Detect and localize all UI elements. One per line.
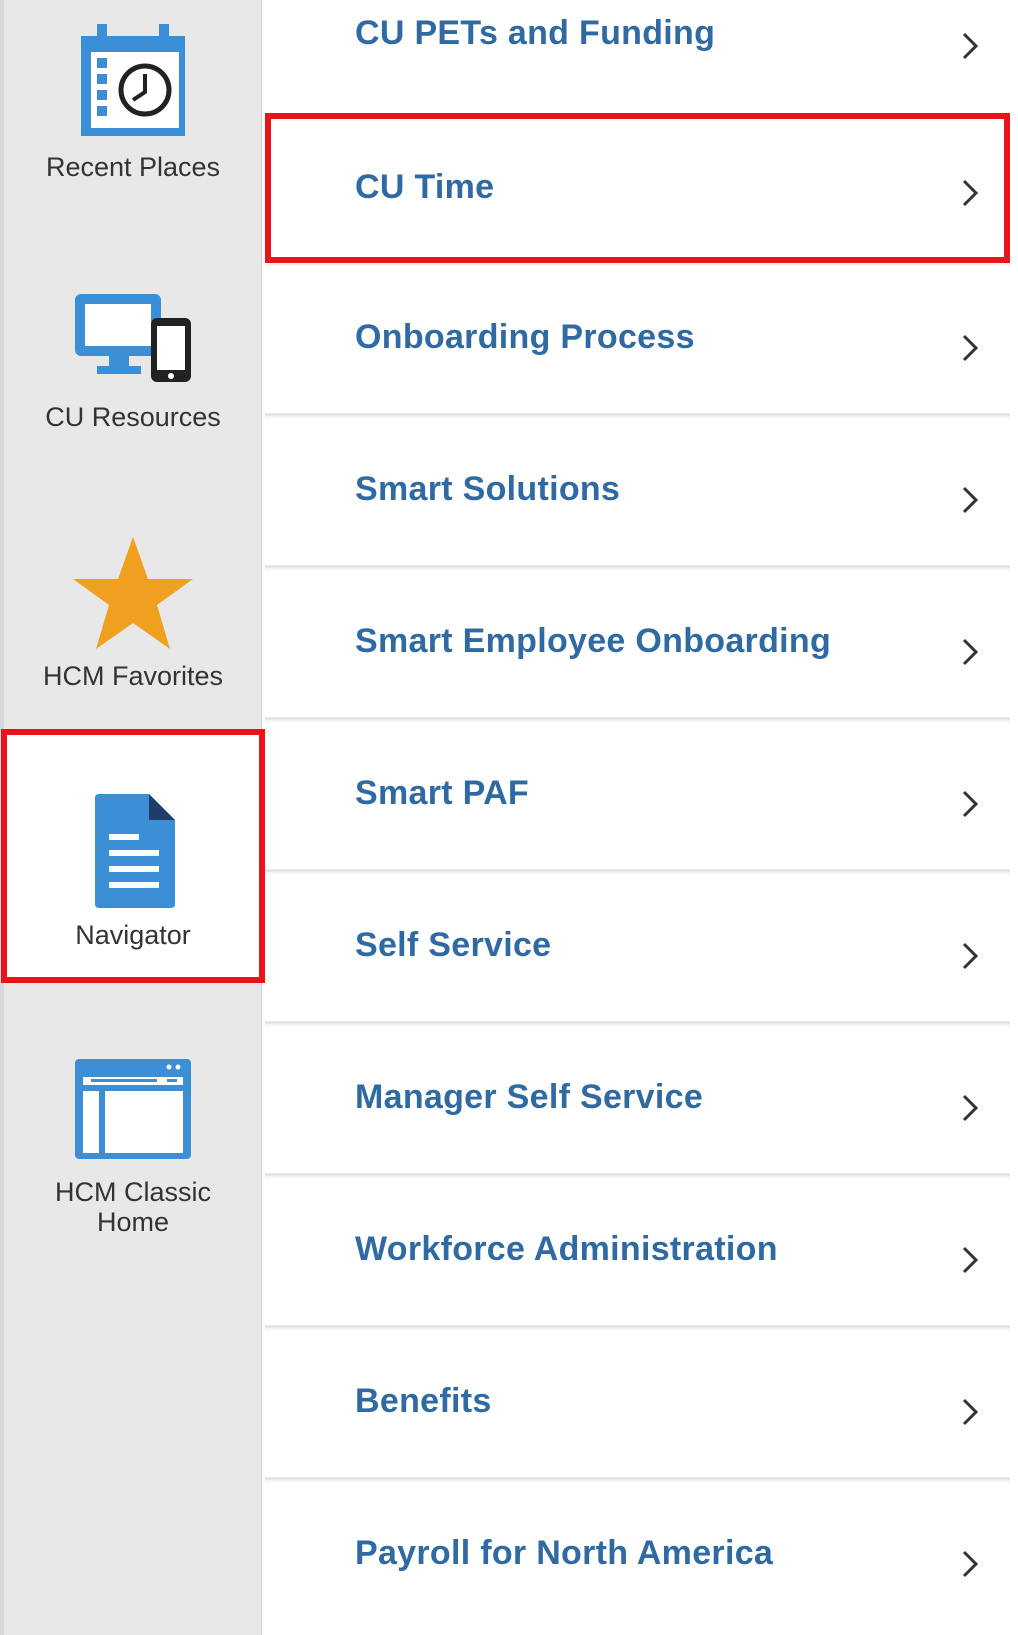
browser-window-icon (75, 1059, 191, 1159)
chevron-right-icon (962, 1094, 979, 1122)
calendar-clock-icon (81, 24, 185, 136)
sidebar-item-navigator[interactable]: Navigator (1, 729, 265, 983)
chevron-right-icon (962, 1550, 979, 1578)
menu-item-smart-paf[interactable]: Smart PAF (265, 722, 1010, 872)
navigation-sidebar: Recent Places CU Resources HCM Favorites (0, 0, 265, 1635)
menu-item-label: CU Time (355, 168, 495, 206)
menu-item-workforce-administration[interactable]: Workforce Administration (265, 1178, 1010, 1328)
menu-item-label: Smart Employee Onboarding (355, 622, 832, 660)
sidebar-item-hcm-favorites[interactable]: HCM Favorites (4, 535, 262, 695)
chevron-right-icon (962, 32, 979, 60)
chevron-right-icon (962, 638, 979, 666)
sidebar-item-label-line-2: Home (96, 1207, 170, 1237)
menu-item-label: Onboarding Process (355, 318, 695, 356)
sidebar-item-hcm-classic-home[interactable]: HCM Classic Home (4, 1055, 262, 1245)
chevron-right-icon (962, 486, 979, 514)
sidebar-item-label: Recent Places (45, 152, 221, 182)
sidebar-item-label: CU Resources (45, 402, 221, 432)
sidebar-item-label: Navigator (75, 920, 191, 950)
menu-item-label: CU PETs and Funding (355, 14, 716, 52)
menu-item-label: Payroll for North America (355, 1534, 774, 1572)
chevron-right-icon (962, 942, 979, 970)
menu-item-label: Smart Solutions (355, 470, 621, 508)
menu-item-cu-time[interactable]: CU Time (265, 113, 1010, 263)
menu-item-label: Self Service (355, 926, 552, 964)
chevron-right-icon (962, 334, 979, 362)
document-icon (95, 794, 175, 908)
menu-item-label: Workforce Administration (355, 1230, 778, 1268)
menu-item-onboarding-process[interactable]: Onboarding Process (265, 266, 1010, 416)
menu-item-label: Manager Self Service (355, 1078, 704, 1116)
menu-item-benefits[interactable]: Benefits (265, 1330, 1010, 1480)
sidebar-item-cu-resources[interactable]: CU Resources (4, 290, 262, 440)
chevron-right-icon (962, 1398, 979, 1426)
chevron-right-icon (962, 179, 979, 207)
sidebar-item-label-line-1: HCM Classic (54, 1177, 211, 1207)
star-icon (73, 537, 193, 649)
menu-item-label: Smart PAF (355, 774, 529, 812)
chevron-right-icon (962, 790, 979, 818)
menu-item-manager-self-service[interactable]: Manager Self Service (265, 1026, 1010, 1176)
chevron-right-icon (962, 1246, 979, 1274)
devices-icon (75, 294, 191, 382)
menu-item-label: Benefits (355, 1382, 492, 1420)
menu-item-smart-solutions[interactable]: Smart Solutions (265, 418, 1010, 568)
menu-item-self-service[interactable]: Self Service (265, 874, 1010, 1024)
navigator-menu: CU PETs and Funding CU Time Onboarding P… (265, 0, 1010, 1635)
sidebar-item-label: HCM Favorites (42, 661, 224, 691)
menu-item-payroll-for-north-america[interactable]: Payroll for North America (265, 1482, 1010, 1635)
sidebar-item-recent-places[interactable]: Recent Places (4, 22, 262, 192)
menu-item-smart-employee-onboarding[interactable]: Smart Employee Onboarding (265, 570, 1010, 720)
